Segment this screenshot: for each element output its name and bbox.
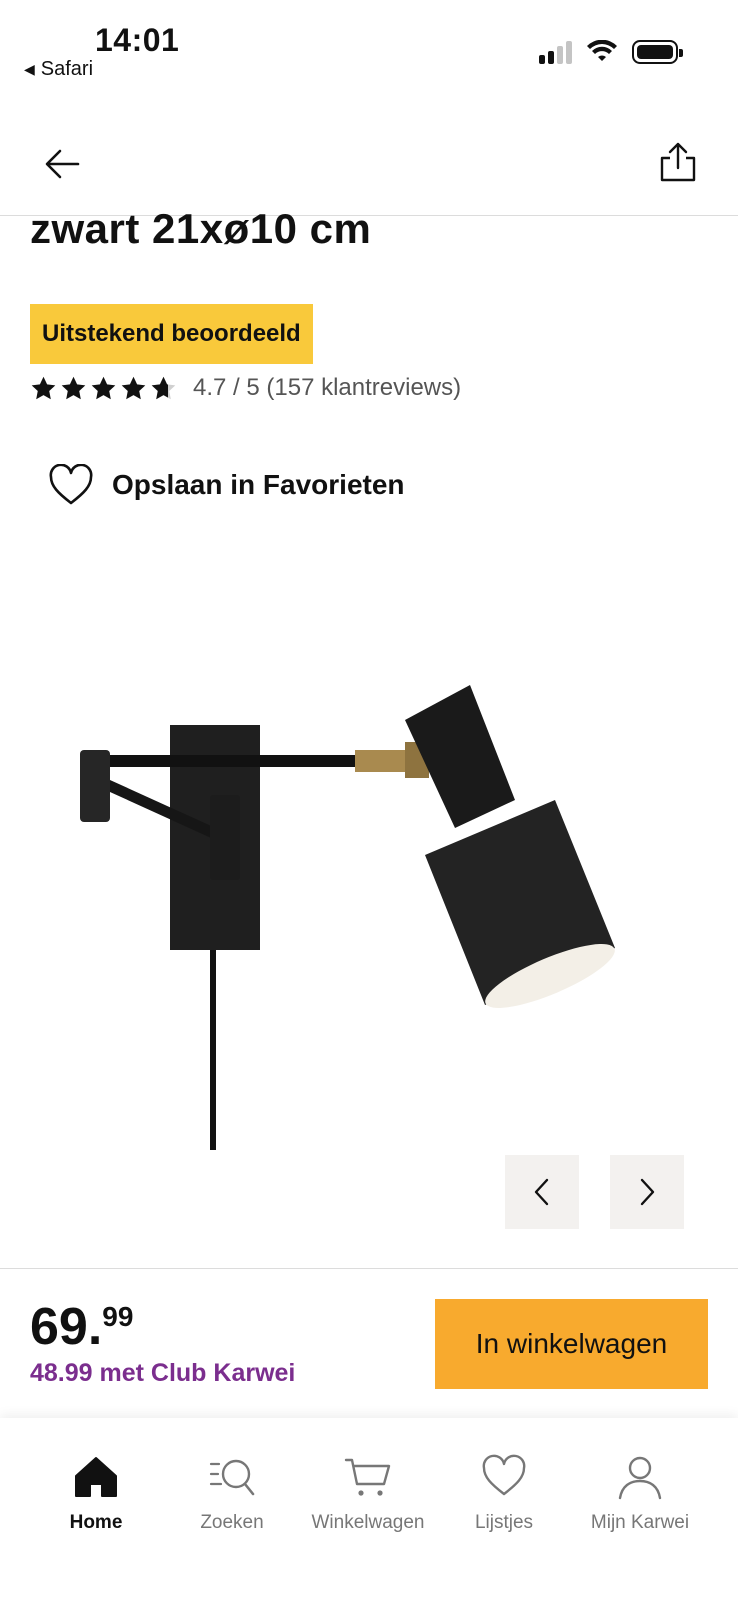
star-icon	[121, 376, 146, 399]
price-bar: 69. 99 48.99 met Club Karwei In winkelwa…	[0, 1268, 738, 1418]
tab-search[interactable]: Zoeken	[162, 1454, 302, 1534]
tab-label: Zoeken	[200, 1512, 264, 1533]
rating-text: 4.7 / 5 (157 klantreviews)	[193, 374, 462, 401]
status-time: 14:01	[95, 22, 180, 58]
status-icons	[539, 40, 683, 64]
star-icon	[31, 376, 56, 399]
signal-icon	[539, 40, 572, 64]
carousel-next-button[interactable]	[610, 1155, 684, 1229]
tab-label: Mijn Karwei	[590, 1512, 690, 1533]
favorite-label: Opslaan in Favorieten	[112, 469, 405, 500]
product-title: zwart 21xø10 cm	[30, 205, 372, 252]
tab-label: Lijstjes	[474, 1512, 534, 1533]
tab-label: Home	[69, 1512, 123, 1533]
tab-label: Winkelwagen	[311, 1512, 425, 1533]
star-half-icon	[151, 376, 176, 399]
price: 69. 99	[30, 1297, 133, 1357]
share-icon[interactable]	[658, 140, 698, 184]
chevron-right-icon	[640, 1178, 655, 1206]
back-app-label: Safari	[40, 58, 94, 80]
heart-icon	[482, 1454, 526, 1496]
back-triangle-icon: ◀	[24, 61, 35, 77]
tab-bar: Home Zoeken Winkelwagen Lijstjes Mijn Ka…	[0, 1418, 738, 1600]
back-to-safari[interactable]: ◀ Safari	[24, 58, 93, 81]
club-price: 48.99 met Club Karwei	[30, 1359, 296, 1387]
nav-bar	[0, 110, 738, 216]
status-bar: 14:01 ◀ Safari	[0, 0, 738, 100]
rating-stars	[30, 375, 177, 402]
star-icon	[61, 376, 86, 399]
cart-icon	[344, 1458, 391, 1496]
price-decimals: 99	[102, 1301, 134, 1332]
home-icon	[75, 1457, 117, 1497]
rating-row[interactable]: 4.7 / 5 (157 klantreviews)	[30, 374, 461, 402]
heart-icon	[49, 464, 93, 505]
tab-home[interactable]: Home	[26, 1454, 166, 1534]
wifi-icon	[587, 40, 617, 61]
tab-account[interactable]: Mijn Karwei	[570, 1454, 710, 1534]
search-icon	[209, 1459, 255, 1496]
user-icon	[618, 1456, 662, 1500]
price-integer: 69.	[30, 1298, 103, 1356]
carousel-prev-button[interactable]	[505, 1155, 579, 1229]
arrow-left-icon[interactable]	[42, 144, 82, 184]
chevron-left-icon	[534, 1178, 549, 1206]
favorite-button[interactable]: Opslaan in Favorieten	[48, 464, 405, 506]
battery-icon	[632, 40, 683, 64]
tab-cart[interactable]: Winkelwagen	[298, 1454, 438, 1534]
star-icon	[91, 376, 116, 399]
rating-badge: Uitstekend beoordeeld	[30, 304, 313, 364]
add-to-cart-button[interactable]: In winkelwagen	[435, 1299, 708, 1389]
product-image[interactable]	[60, 680, 660, 1180]
tab-lists[interactable]: Lijstjes	[434, 1454, 574, 1534]
